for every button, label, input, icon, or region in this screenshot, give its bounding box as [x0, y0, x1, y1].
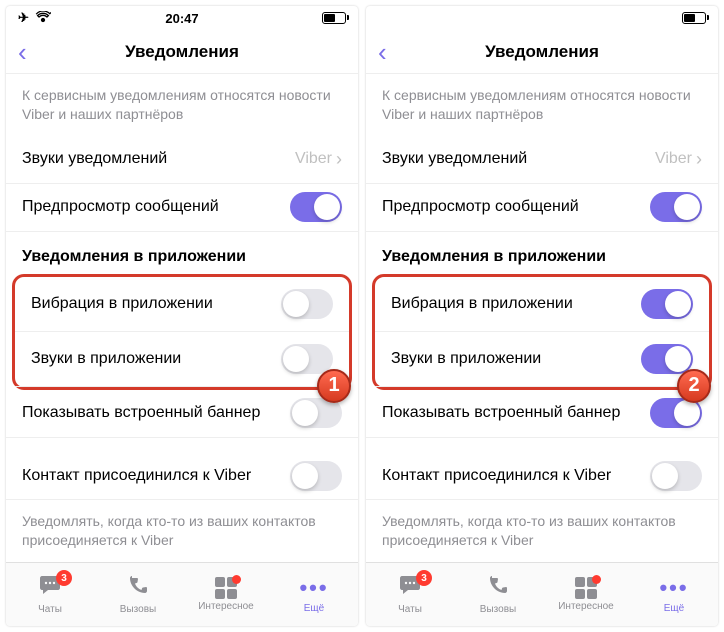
step-number: 1 — [317, 369, 351, 403]
section-note: К сервисным уведомлениям относятся новос… — [366, 74, 718, 136]
tab-label: Чаты — [398, 604, 422, 615]
more-icon: ••• — [299, 575, 328, 601]
built-in-banner-row: Показывать встроенный баннер — [6, 390, 358, 438]
in-app-sounds-row: Звуки в приложении — [375, 332, 709, 387]
highlight-box: Вибрация в приложении Звуки в приложении… — [12, 274, 352, 390]
chevron-right-icon: › — [336, 149, 342, 170]
contact-joined-toggle[interactable] — [650, 461, 702, 491]
row-value: Viber › — [295, 149, 342, 170]
contact-joined-row: Контакт присоединился к Viber — [366, 452, 718, 500]
step-number: 2 — [677, 369, 711, 403]
tab-more[interactable]: ••• Ещё — [270, 563, 358, 626]
row-label: Контакт присоединился к Viber — [22, 467, 251, 485]
tab-label: Вызовы — [120, 604, 156, 615]
contact-joined-toggle[interactable] — [290, 461, 342, 491]
chevron-right-icon: › — [696, 149, 702, 170]
step-badge: 2 — [677, 369, 713, 405]
built-in-banner-row: Показывать встроенный баннер — [366, 390, 718, 438]
explore-icon — [575, 577, 597, 599]
highlight-box: Вибрация в приложении Звуки в приложении… — [372, 274, 712, 390]
notification-sounds-row[interactable]: Звуки уведомлений Viber › — [366, 136, 718, 184]
in-app-section-header: Уведомления в приложении — [366, 232, 718, 274]
chats-badge: 3 — [416, 570, 432, 586]
in-app-sounds-row: Звуки в приложении — [15, 332, 349, 387]
message-preview-toggle[interactable] — [290, 192, 342, 222]
wifi-icon — [35, 11, 51, 26]
tab-more[interactable]: ••• Ещё — [630, 563, 718, 626]
explore-icon — [215, 577, 237, 599]
footer-note: Уведомлять, когда кто-то из ваших контак… — [366, 500, 718, 562]
calls-icon — [127, 574, 149, 602]
notification-sounds-row[interactable]: Звуки уведомлений Viber › — [6, 136, 358, 184]
screen-1: ✈ 20:47 ‹ Уведомления К сервисным уведом… — [6, 6, 358, 626]
tab-calls[interactable]: Вызовы — [94, 563, 182, 626]
status-time: 20:47 — [165, 11, 198, 26]
tab-label: Интересное — [558, 601, 614, 612]
tab-explore[interactable]: Интересное — [542, 563, 630, 626]
row-value: Viber › — [655, 149, 702, 170]
section-note: К сервисным уведомлениям относятся новос… — [6, 74, 358, 136]
status-bar: ✈ 20:47 — [6, 6, 358, 30]
chats-icon: 3 — [398, 574, 422, 602]
calls-icon — [487, 574, 509, 602]
row-label: Звуки уведомлений — [22, 150, 167, 168]
notification-dot — [232, 575, 241, 584]
status-bar — [366, 6, 718, 30]
row-label: Звуки уведомлений — [382, 150, 527, 168]
row-label: Предпросмотр сообщений — [22, 198, 219, 216]
tab-explore[interactable]: Интересное — [182, 563, 270, 626]
row-label: Звуки в приложении — [391, 350, 541, 368]
notification-dot — [592, 575, 601, 584]
content: К сервисным уведомлениям относятся новос… — [6, 74, 358, 562]
chats-icon: 3 — [38, 574, 62, 602]
page-title: Уведомления — [485, 42, 599, 62]
in-app-vibration-row: Вибрация в приложении — [15, 277, 349, 332]
airplane-mode-icon: ✈ — [18, 10, 29, 26]
tab-label: Ещё — [664, 603, 684, 614]
message-preview-row: Предпросмотр сообщений — [6, 184, 358, 232]
footer-note: Уведомлять, когда кто-то из ваших контак… — [6, 500, 358, 562]
navigation-header: ‹ Уведомления — [6, 30, 358, 74]
tab-label: Интересное — [198, 601, 254, 612]
battery-icon — [322, 12, 346, 24]
tab-chats[interactable]: 3 Чаты — [366, 563, 454, 626]
page-title: Уведомления — [125, 42, 239, 62]
tab-bar: 3 Чаты Вызовы Интересное ••• Ещё — [366, 562, 718, 626]
in-app-vibration-toggle[interactable] — [641, 289, 693, 319]
battery-icon — [682, 12, 706, 24]
in-app-vibration-toggle[interactable] — [281, 289, 333, 319]
content: К сервисным уведомлениям относятся новос… — [366, 74, 718, 562]
row-label: Показывать встроенный баннер — [382, 404, 620, 422]
back-button[interactable]: ‹ — [18, 39, 27, 65]
message-preview-toggle[interactable] — [650, 192, 702, 222]
in-app-section-header: Уведомления в приложении — [6, 232, 358, 274]
tab-bar: 3 Чаты Вызовы Интересное ••• Ещё — [6, 562, 358, 626]
screen-2: ‹ Уведомления К сервисным уведомлениям о… — [366, 6, 718, 626]
message-preview-row: Предпросмотр сообщений — [366, 184, 718, 232]
row-label: Показывать встроенный баннер — [22, 404, 260, 422]
row-label: Вибрация в приложении — [391, 295, 573, 313]
tab-label: Вызовы — [480, 604, 516, 615]
tab-calls[interactable]: Вызовы — [454, 563, 542, 626]
in-app-vibration-row: Вибрация в приложении — [375, 277, 709, 332]
chats-badge: 3 — [56, 570, 72, 586]
row-label: Контакт присоединился к Viber — [382, 467, 611, 485]
more-icon: ••• — [659, 575, 688, 601]
step-badge: 1 — [317, 369, 353, 405]
row-label: Предпросмотр сообщений — [382, 198, 579, 216]
contact-joined-row: Контакт присоединился к Viber — [6, 452, 358, 500]
navigation-header: ‹ Уведомления — [366, 30, 718, 74]
tab-chats[interactable]: 3 Чаты — [6, 563, 94, 626]
row-label: Звуки в приложении — [31, 350, 181, 368]
tab-label: Чаты — [38, 604, 62, 615]
tab-label: Ещё — [304, 603, 324, 614]
back-button[interactable]: ‹ — [378, 39, 387, 65]
row-label: Вибрация в приложении — [31, 295, 213, 313]
